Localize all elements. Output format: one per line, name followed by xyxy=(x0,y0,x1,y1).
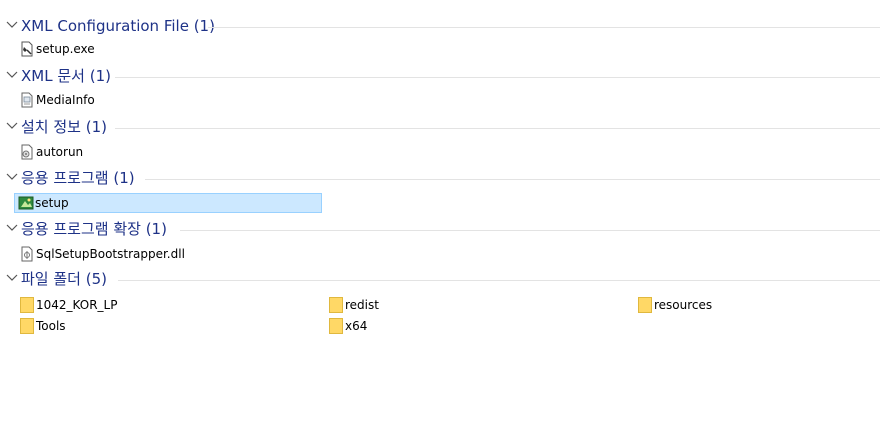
folder-name: resources xyxy=(654,298,713,312)
group-header[interactable]: 설치 정보 (1) xyxy=(0,116,880,138)
folder-item-x64[interactable]: x64 xyxy=(329,316,449,336)
group-title: 응용 프로그램 확장 (1) xyxy=(21,220,167,238)
group-title: XML 문서 (1) xyxy=(21,67,111,85)
application-icon xyxy=(18,195,34,211)
file-name: autorun xyxy=(36,145,84,159)
folder-name: 1042_KOR_LP xyxy=(36,298,118,312)
config-file-icon xyxy=(19,41,35,57)
folder-icon xyxy=(20,318,34,334)
file-name: MediaInfo xyxy=(36,93,95,107)
group-divider xyxy=(115,77,880,78)
folder-name: redist xyxy=(345,298,379,312)
group-header[interactable]: 파일 폴더 (5) xyxy=(0,268,880,290)
folder-icon xyxy=(329,318,343,334)
file-name: setup xyxy=(35,196,69,210)
group-divider xyxy=(118,280,880,281)
group-header[interactable]: 응용 프로그램 확장 (1) xyxy=(0,218,880,240)
folder-item-tools[interactable]: Tools xyxy=(20,316,140,336)
chevron-down-icon[interactable] xyxy=(6,69,18,81)
folder-name: x64 xyxy=(345,319,368,333)
file-item-mediainfo[interactable]: MediaInfo xyxy=(15,90,135,110)
group-header[interactable]: XML Configuration File (1) xyxy=(0,15,880,37)
group-divider xyxy=(208,27,880,28)
group-title: 파일 폴더 (5) xyxy=(21,270,107,288)
group-divider xyxy=(115,128,880,129)
chevron-down-icon[interactable] xyxy=(6,222,18,234)
group-divider xyxy=(145,179,880,180)
chevron-down-icon[interactable] xyxy=(6,272,18,284)
group-title: 설치 정보 (1) xyxy=(21,118,107,136)
group-title: XML Configuration File (1) xyxy=(21,17,215,35)
file-item-setup[interactable]: setup xyxy=(14,193,322,213)
folder-item-1042-kor-lp[interactable]: 1042_KOR_LP xyxy=(20,295,140,315)
file-item-setup-exe[interactable]: setup.exe xyxy=(15,39,135,59)
setup-information-icon xyxy=(19,144,35,160)
chevron-down-icon[interactable] xyxy=(6,120,18,132)
folder-icon xyxy=(638,297,652,313)
file-name: setup.exe xyxy=(36,42,95,56)
folder-icon xyxy=(20,297,34,313)
dll-file-icon xyxy=(19,246,35,262)
chevron-down-icon[interactable] xyxy=(6,19,18,31)
group-divider xyxy=(180,230,880,231)
chevron-down-icon[interactable] xyxy=(6,171,18,183)
xml-document-icon xyxy=(19,92,35,108)
folder-item-resources[interactable]: resources xyxy=(638,295,758,315)
file-item-autorun[interactable]: autorun xyxy=(15,142,135,162)
group-title: 응용 프로그램 (1) xyxy=(21,169,135,187)
folder-icon xyxy=(329,297,343,313)
group-header[interactable]: XML 문서 (1) xyxy=(0,65,880,87)
group-header[interactable]: 응용 프로그램 (1) xyxy=(0,167,880,189)
file-name: SqlSetupBootstrapper.dll xyxy=(36,247,185,261)
folder-name: Tools xyxy=(36,319,66,333)
folder-item-redist[interactable]: redist xyxy=(329,295,449,315)
file-item-dll[interactable]: SqlSetupBootstrapper.dll xyxy=(15,244,215,264)
